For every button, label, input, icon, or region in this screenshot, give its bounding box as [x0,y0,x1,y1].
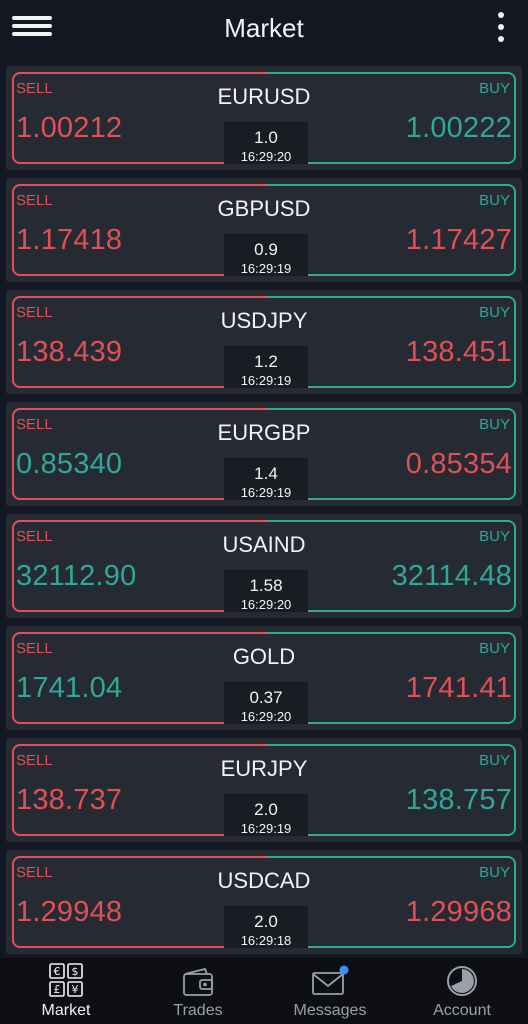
buy-price[interactable]: 138.757 [406,784,512,817]
spread-value: 1.58 [249,576,283,595]
menu-icon[interactable] [12,12,52,42]
svg-text:$: $ [72,965,79,978]
instrument-symbol: USDCAD [217,868,311,893]
wallet-icon [181,958,215,998]
spread-box: 1.58 16:29:20 [224,570,308,612]
buy-price[interactable]: 32114.48 [392,560,512,593]
instrument-symbol: EURUSD [217,84,311,109]
spread-value: 0.37 [249,688,283,707]
quote-time: 16:29:20 [240,709,292,724]
buy-price[interactable]: 1.29968 [406,896,512,929]
spread-value: 1.0 [254,128,278,147]
tab-messages[interactable]: Messages [264,958,396,1024]
instrument-symbol: USAIND [222,532,306,557]
spread-box: 2.0 16:29:19 [224,794,308,836]
svg-text:€: € [54,965,61,978]
tab-market[interactable]: € $ £ ¥ Market [0,958,132,1024]
quote-time: 16:29:19 [240,821,292,836]
instrument-row[interactable]: SELL BUY GBPUSD 1.17418 1.17427 0.9 16:29:19 [6,178,522,282]
tab-label-market: Market [41,1002,91,1019]
market-list: SELL BUY EURUSD 1.00212 1.00222 1.0 16:29:20 SE… [0,66,528,962]
svg-text:£: £ [54,983,61,996]
instrument-symbol: GOLD [232,644,296,669]
sell-price[interactable]: 1.17418 [16,224,122,257]
buy-price[interactable]: 1741.41 [406,672,512,705]
instrument-row[interactable]: SELL BUY EURJPY 138.737 138.757 2.0 16:29:19 [6,738,522,842]
svg-text:¥: ¥ [72,983,79,996]
currency-icon: € $ £ ¥ [48,958,84,998]
instrument-row[interactable]: SELL BUY USAIND 32112.90 32114.48 1.58 16:29:2… [6,514,522,618]
tab-label-trades: Trades [173,1002,223,1019]
sell-price[interactable]: 138.439 [16,336,122,369]
instrument-row[interactable]: SELL BUY EURGBP 0.85340 0.85354 1.4 16:29:19 [6,402,522,506]
spread-box: 0.37 16:29:20 [224,682,308,724]
sell-price[interactable]: 1.00212 [16,112,122,145]
instrument-row[interactable]: SELL BUY USDCAD 1.29948 1.29968 2.0 16:29:18 [6,850,522,954]
spread-box: 1.0 16:29:20 [224,122,308,164]
tab-trades[interactable]: Trades [132,958,264,1024]
bottom-tab-bar: € $ £ ¥ Market Trades Messages Account [0,958,528,1024]
tab-label-account: Account [433,1002,491,1019]
buy-price[interactable]: 0.85354 [406,448,512,481]
spread-box: 1.2 16:29:19 [224,346,308,388]
more-options-icon[interactable] [494,12,508,42]
instrument-symbol: EURJPY [220,756,308,781]
sell-price[interactable]: 1.29948 [16,896,122,929]
buy-price[interactable]: 138.451 [406,336,512,369]
instrument-row[interactable]: SELL BUY EURUSD 1.00212 1.00222 1.0 16:29:20 [6,66,522,170]
instrument-row[interactable]: SELL BUY USDJPY 138.439 138.451 1.2 16:29:19 [6,290,522,394]
sell-price[interactable]: 0.85340 [16,448,122,481]
sell-price[interactable]: 138.737 [16,784,122,817]
tab-account[interactable]: Account [396,958,528,1024]
quote-time: 16:29:20 [240,149,292,164]
quote-time: 16:29:20 [240,597,292,612]
spread-value: 2.0 [254,912,278,931]
page-title: Market [224,12,304,43]
instrument-symbol: GBPUSD [217,196,311,221]
pie-chart-icon [445,958,479,998]
spread-box: 1.4 16:29:19 [224,458,308,500]
quote-time: 16:29:19 [240,261,292,276]
spread-value: 1.2 [254,352,278,371]
instrument-symbol: EURGBP [217,420,311,445]
spread-box: 0.9 16:29:19 [224,234,308,276]
sell-price[interactable]: 32112.90 [16,560,136,593]
sell-price[interactable]: 1741.04 [16,672,122,705]
spread-value: 0.9 [254,240,278,259]
spread-value: 1.4 [254,464,278,483]
buy-price[interactable]: 1.00222 [406,112,512,145]
tab-label-messages: Messages [293,1002,367,1019]
instrument-row[interactable]: SELL BUY GOLD 1741.04 1741.41 0.37 16:29:20 [6,626,522,730]
quote-time: 16:29:19 [240,485,292,500]
buy-price[interactable]: 1.17427 [406,224,512,257]
quote-time: 16:29:19 [240,373,292,388]
spread-value: 2.0 [254,800,278,819]
spread-box: 2.0 16:29:18 [224,906,308,948]
instrument-symbol: USDJPY [220,308,308,333]
unread-badge [339,965,349,975]
top-bar: Market [0,0,528,56]
mail-icon [310,958,350,998]
quote-time: 16:29:18 [240,933,292,948]
